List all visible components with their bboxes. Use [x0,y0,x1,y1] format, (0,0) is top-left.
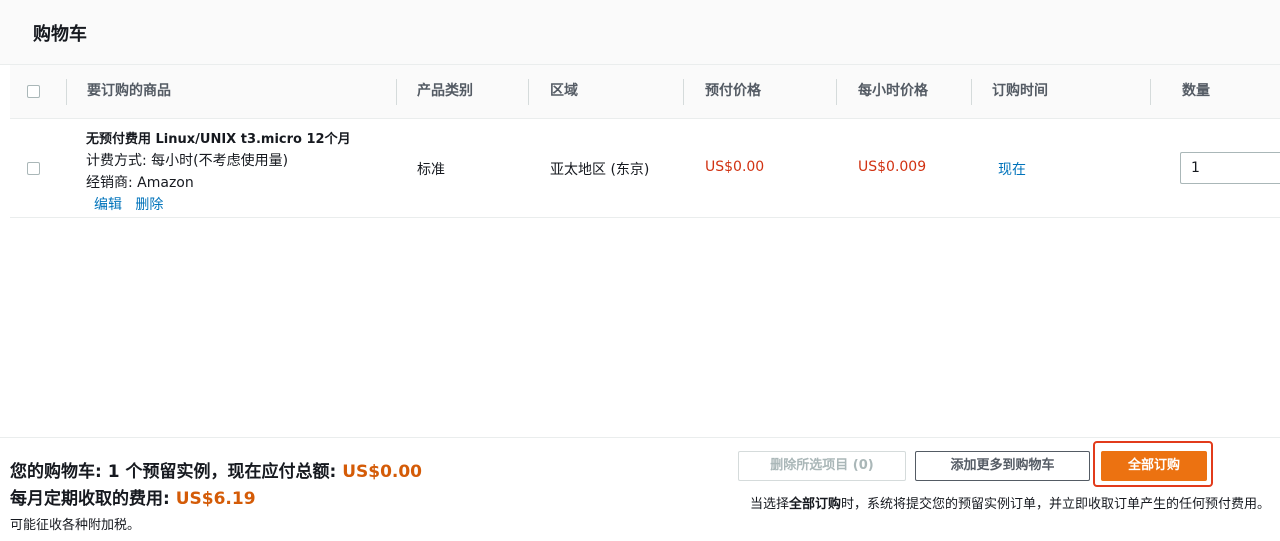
cart-footer: 您的购物车: 1 个预留实例，现在应付总额: US$0.00 每月定期收取的费用… [0,437,1280,541]
column-header-item[interactable]: 要订购的商品 [87,65,171,118]
delete-link[interactable]: 删除 [135,197,163,213]
delete-selected-button[interactable]: 删除所选项目 (0) [738,451,906,481]
column-divider [971,79,972,105]
product-category: 标准 [417,162,445,178]
order-note-prefix: 当选择 [749,497,789,512]
cart-summary: 您的购物车: 1 个预留实例，现在应付总额: US$0.00 [10,457,422,482]
total-due-amount: US$0.00 [342,462,423,482]
column-header-order-time[interactable]: 订购时间 [992,65,1048,118]
column-divider [836,79,837,105]
seller: 经销商: Amazon [86,175,194,191]
add-more-to-cart-button[interactable]: 添加更多到购物车 [915,451,1090,481]
billing-method: 计费方式: 每小时(不考虑使用量) [86,153,289,169]
page-title: 购物车 [33,24,87,45]
tax-note: 可能征收各种附加税。 [10,518,141,533]
column-header-region[interactable]: 区域 [550,65,578,118]
column-header-upfront-price[interactable]: 预付价格 [705,65,761,118]
table-row: 无预付费用 Linux/UNIX t3.micro 12个月 计费方式: 每小时… [10,119,1280,218]
order-note-bold: 全部订购 [788,497,841,512]
order-note-suffix: 时，系统将提交您的预留实例订单，并立即收取订单产生的任何预付费用。 [840,497,1270,512]
select-all-checkbox[interactable] [27,85,40,98]
column-header-quantity[interactable]: 数量 [1182,65,1210,118]
order-note: 当选择全部订购时，系统将提交您的预留实例订单，并立即收取订单产生的任何预付费用。 [735,495,1270,515]
column-divider [1150,79,1151,105]
order-all-button[interactable]: 全部订购 [1101,451,1207,481]
column-divider [683,79,684,105]
monthly-charges-label: 每月定期收取的费用: [10,489,176,509]
upfront-price: US$0.00 [705,159,765,175]
column-divider [528,79,529,105]
order-time-link[interactable]: 现在 [998,159,1026,179]
column-header-hourly-price[interactable]: 每小时价格 [858,65,928,118]
table-header: 要订购的商品 产品类别 区域 预付价格 每小时价格 订购时间 数量 [10,65,1280,119]
column-divider [396,79,397,105]
column-header-category[interactable]: 产品类别 [417,65,473,118]
hourly-price: US$0.009 [858,159,927,175]
row-checkbox[interactable] [27,162,40,175]
monthly-amount: US$6.19 [175,489,256,509]
cart-summary-label: 您的购物车: 1 个预留实例，现在应付总额: [10,462,343,482]
column-divider [66,79,67,105]
row-actions: 编辑 删除 [94,194,163,214]
edit-link[interactable]: 编辑 [94,197,122,213]
quantity-input[interactable] [1180,152,1280,184]
product-title: 无预付费用 Linux/UNIX t3.micro 12个月 [86,132,351,147]
region: 亚太地区 (东京) [550,162,650,178]
page-header: 购物车 [0,0,1280,65]
monthly-charges: 每月定期收取的费用: US$6.19 [10,484,256,509]
